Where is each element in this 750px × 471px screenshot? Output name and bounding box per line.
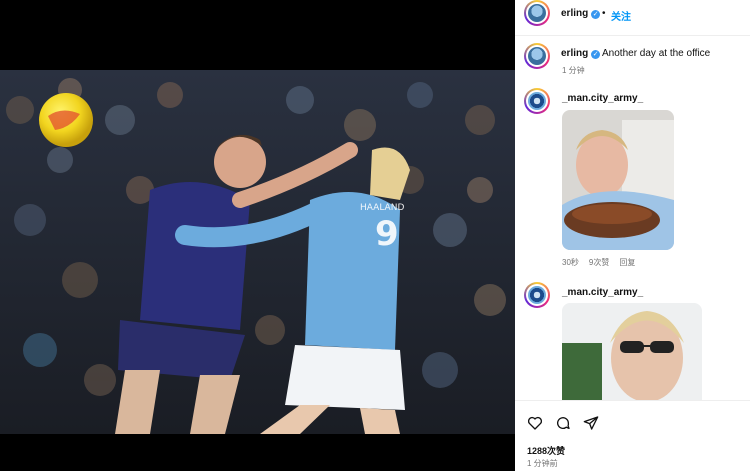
author-username[interactable]: erling ✓ [561, 8, 601, 19]
heart-icon[interactable] [527, 415, 543, 431]
caption-time: 1 分钟 [562, 66, 585, 75]
comment-username[interactable]: _man.city_army_ [562, 93, 643, 104]
header-separator: • [602, 8, 606, 19]
post-side-panel: erling ✓ • 关注 erling ✓ Another day at the … [515, 0, 750, 471]
comment-image[interactable] [562, 303, 702, 400]
caption-avatar[interactable] [524, 43, 550, 69]
comment-meta: 30秒 9次赞 回复 [562, 257, 635, 268]
comment-avatar[interactable] [524, 282, 550, 308]
svg-text:9: 9 [375, 214, 399, 254]
comment-time: 30秒 [562, 258, 579, 267]
football-photo-illustration: 9 HAALAND [0, 70, 515, 434]
comment-avatar[interactable] [524, 88, 550, 114]
comment-image[interactable] [562, 110, 674, 250]
comment-photo-illustration [562, 303, 702, 400]
verified-badge-icon: ✓ [591, 10, 601, 19]
author-avatar[interactable] [524, 0, 550, 26]
post-photo[interactable]: 9 HAALAND [0, 70, 515, 434]
follow-button[interactable]: 关注 [611, 8, 631, 23]
post-actions [527, 415, 599, 431]
comment-username[interactable]: _man.city_army_ [562, 287, 643, 298]
svg-text:HAALAND: HAALAND [360, 203, 404, 213]
post-media[interactable]: 9 HAALAND [0, 0, 515, 471]
comment-photo-illustration [562, 110, 674, 250]
verified-badge-icon: ✓ [591, 50, 601, 59]
reply-button[interactable]: 回复 [619, 257, 635, 268]
share-icon[interactable] [583, 415, 599, 431]
comment-likes[interactable]: 9次赞 [589, 257, 609, 268]
likes-count[interactable]: 1288次赞 [527, 444, 565, 457]
caption-text: Another day at the office [602, 48, 711, 59]
caption-username[interactable]: erling ✓ [561, 48, 601, 59]
post-footer: 1288次赞 1 分钟前 [515, 400, 750, 471]
post-header: erling ✓ • 关注 [515, 0, 750, 36]
comment-icon[interactable] [555, 415, 571, 431]
post-time: 1 分钟前 [527, 459, 558, 468]
